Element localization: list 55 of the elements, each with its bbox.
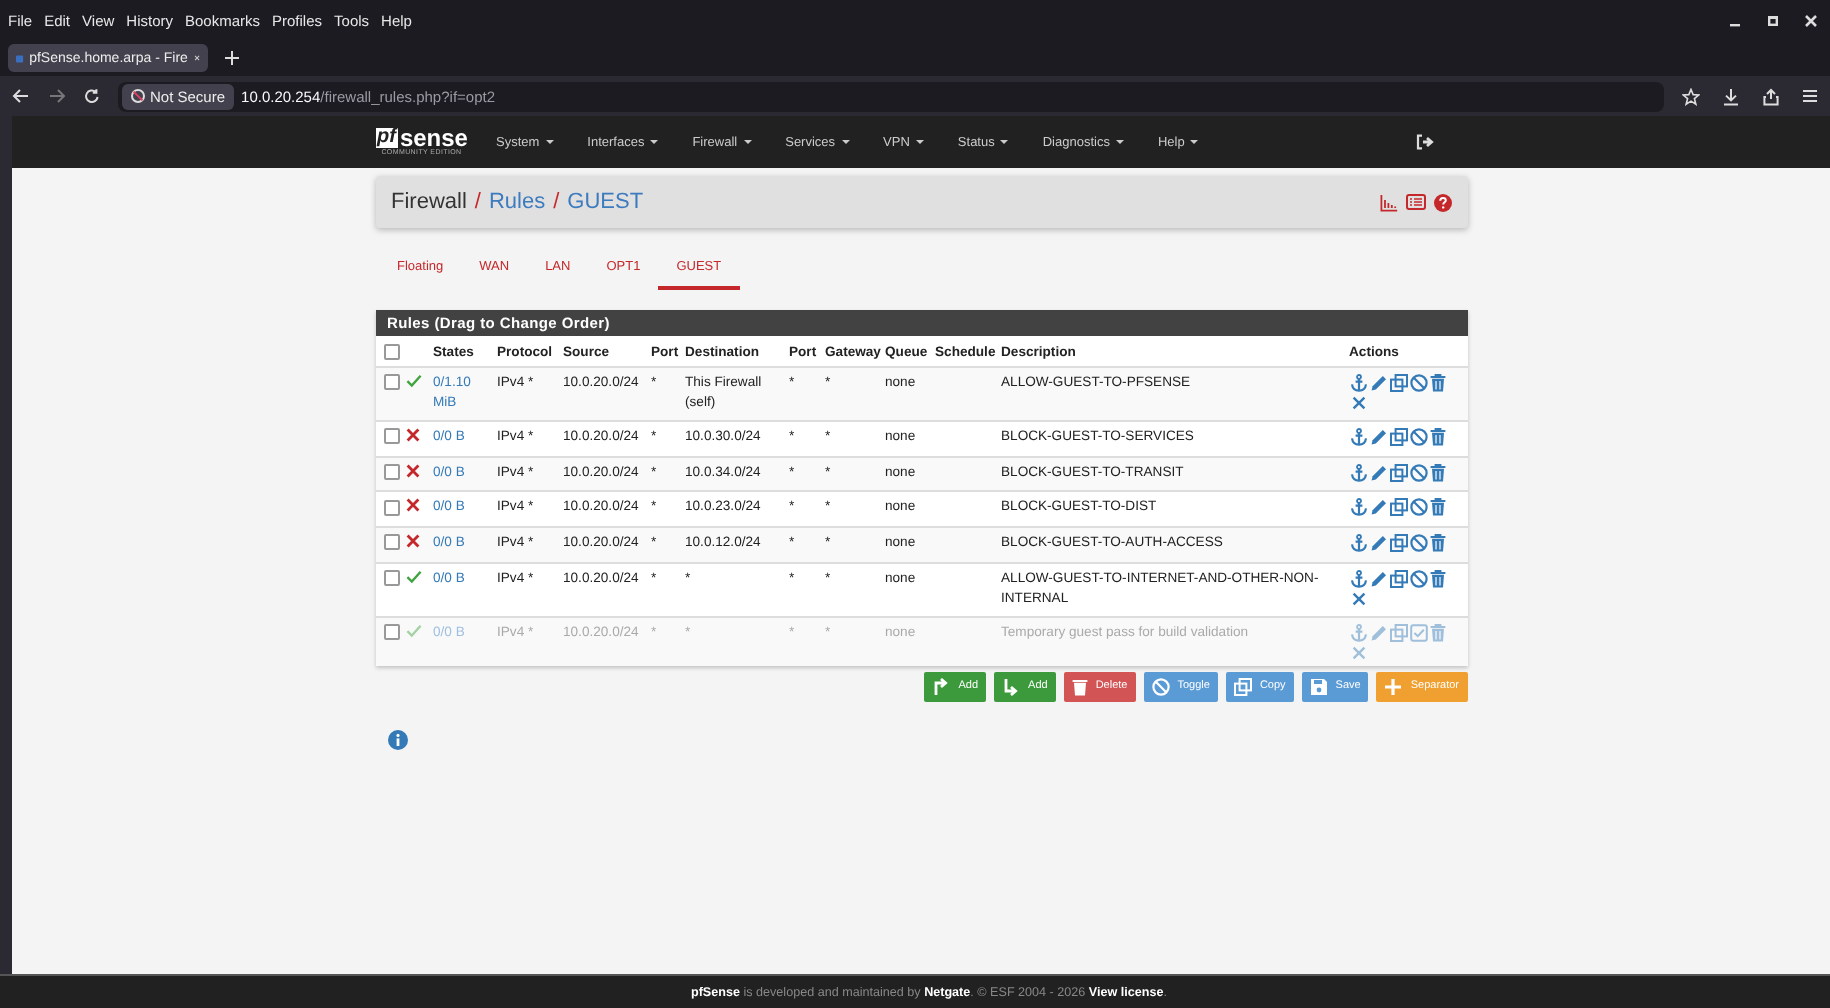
trash-icon[interactable] — [1429, 374, 1445, 392]
anchor-icon[interactable] — [1349, 498, 1367, 517]
anchor-icon[interactable] — [1349, 463, 1367, 482]
help-icon[interactable] — [1433, 193, 1451, 211]
info-icon[interactable] — [387, 729, 407, 750]
favicon-icon — [16, 51, 24, 65]
save-icon — [1309, 677, 1328, 696]
breadcrumb-separator: / — [553, 190, 560, 214]
anchor-icon[interactable] — [1349, 534, 1367, 553]
anchor-icon[interactable] — [1349, 374, 1367, 392]
download-icon[interactable] — [1722, 87, 1740, 105]
pencil-icon[interactable] — [1369, 374, 1387, 392]
arrow-down-icon — [1002, 677, 1021, 696]
breadcrumb-item: Firewall — [391, 190, 467, 214]
ban-icon[interactable] — [1409, 534, 1427, 553]
trash-icon[interactable] — [1429, 570, 1445, 589]
breadcrumb-item[interactable]: GUEST — [567, 190, 644, 214]
trash-icon — [1071, 677, 1088, 696]
anchor-icon[interactable] — [1349, 427, 1367, 446]
anchor-icon[interactable] — [1349, 570, 1367, 589]
select-all-checkbox[interactable] — [383, 344, 399, 360]
chart-icon[interactable] — [1379, 193, 1397, 211]
list-icon[interactable] — [1405, 194, 1425, 210]
ban-icon[interactable] — [1409, 374, 1427, 392]
ban-icon[interactable] — [1409, 498, 1427, 517]
forward-icon[interactable] — [48, 88, 66, 104]
trash-icon[interactable] — [1429, 498, 1445, 517]
row-checkbox[interactable] — [383, 463, 399, 480]
ban-icon[interactable] — [1409, 427, 1427, 446]
copy-icon[interactable] — [1389, 374, 1407, 392]
back-icon[interactable] — [12, 88, 30, 104]
new-tab-icon[interactable] — [224, 50, 240, 66]
trash-icon[interactable] — [1429, 427, 1445, 446]
row-checkbox[interactable] — [383, 374, 399, 391]
close-icon[interactable] — [193, 52, 200, 64]
menu-icon[interactable] — [1802, 87, 1818, 103]
maximize-icon[interactable] — [1766, 13, 1780, 27]
row-checkbox[interactable] — [383, 499, 399, 516]
trash-icon[interactable] — [1429, 463, 1445, 482]
ban-icon[interactable] — [1409, 463, 1427, 482]
star-icon[interactable] — [1682, 87, 1700, 105]
row-checkbox[interactable] — [383, 427, 399, 444]
ban-icon — [1151, 677, 1170, 696]
breadcrumb-separator: / — [474, 190, 481, 214]
plus-icon — [1384, 677, 1403, 696]
row-checkbox[interactable] — [383, 534, 399, 551]
row-checkbox[interactable] — [383, 570, 399, 587]
copy-icon — [1233, 677, 1252, 696]
share-icon[interactable] — [1762, 87, 1780, 105]
arrow-up-icon — [932, 677, 951, 696]
reload-icon[interactable] — [84, 88, 100, 104]
breadcrumb-item[interactable]: Rules — [488, 190, 546, 214]
ban-icon[interactable] — [1409, 570, 1427, 589]
trash-icon[interactable] — [1429, 534, 1445, 553]
logout-icon[interactable] — [1416, 134, 1435, 150]
